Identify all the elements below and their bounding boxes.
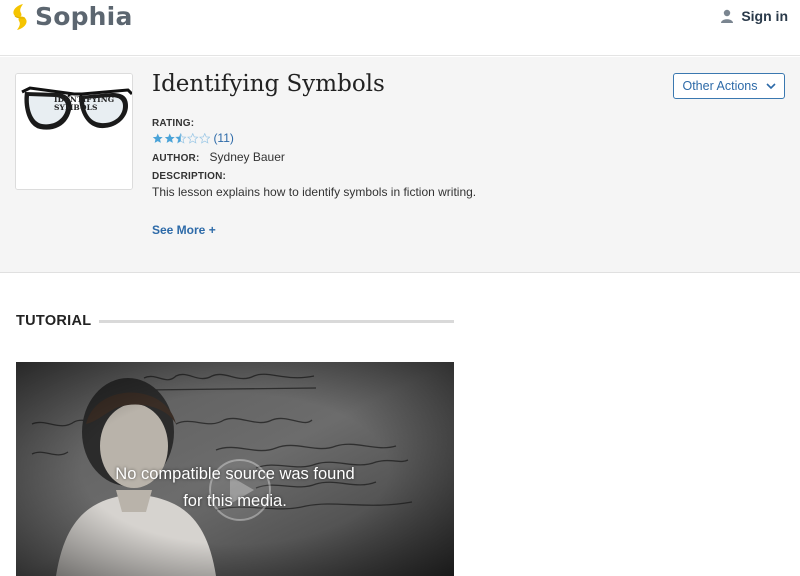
tutorial-section-heading: TUTORIAL xyxy=(16,313,454,329)
video-error-message: No compatible source was found for this … xyxy=(16,461,454,515)
see-more-link[interactable]: See More + xyxy=(152,223,216,237)
star-empty-icon xyxy=(187,132,199,144)
glasses-thumbnail-image xyxy=(16,74,132,189)
star-full-icon xyxy=(164,133,175,143)
rating-row: (11) xyxy=(152,131,234,145)
sign-in-button[interactable]: Sign in xyxy=(720,8,788,24)
rating-stars xyxy=(152,132,211,144)
video-error-line-1: No compatible source was found xyxy=(115,465,355,483)
author-name: Sydney Bauer xyxy=(209,150,285,164)
sign-in-label: Sign in xyxy=(741,8,788,24)
rating-label: RATING: xyxy=(152,118,195,129)
author-label: AUTHOR: xyxy=(152,153,200,164)
lesson-info-panel: IDENTIFYING SYMBOLS Identifying Symbols … xyxy=(0,57,800,273)
video-error-line-2: for this media. xyxy=(183,492,287,510)
other-actions-label: Other Actions xyxy=(682,79,758,93)
sophia-leaf-logo-icon xyxy=(13,3,27,30)
lesson-thumbnail: IDENTIFYING SYMBOLS xyxy=(15,73,133,190)
star-full-icon xyxy=(152,133,163,143)
lesson-title: Identifying Symbols xyxy=(152,71,385,97)
chevron-down-icon xyxy=(765,83,776,89)
thumbnail-caption: IDENTIFYING SYMBOLS xyxy=(54,95,115,112)
author-row: AUTHOR: Sydney Bauer xyxy=(152,150,285,164)
star-half-icon xyxy=(175,132,187,144)
sophia-logo[interactable]: Sophia xyxy=(9,2,133,31)
description-label: DESCRIPTION: xyxy=(152,171,227,182)
other-actions-dropdown[interactable]: Other Actions xyxy=(673,73,785,99)
user-icon xyxy=(721,9,734,23)
top-navigation-bar: Sophia Sign in xyxy=(0,0,800,56)
star-empty-icon xyxy=(198,132,211,144)
rating-count-link[interactable]: (11) xyxy=(213,131,233,145)
video-player[interactable]: No compatible source was found for this … xyxy=(16,362,454,576)
brand-name: Sophia xyxy=(35,2,133,31)
tutorial-heading-label: TUTORIAL xyxy=(16,313,92,329)
lesson-description: This lesson explains how to identify sym… xyxy=(152,185,477,199)
heading-divider xyxy=(99,319,454,323)
